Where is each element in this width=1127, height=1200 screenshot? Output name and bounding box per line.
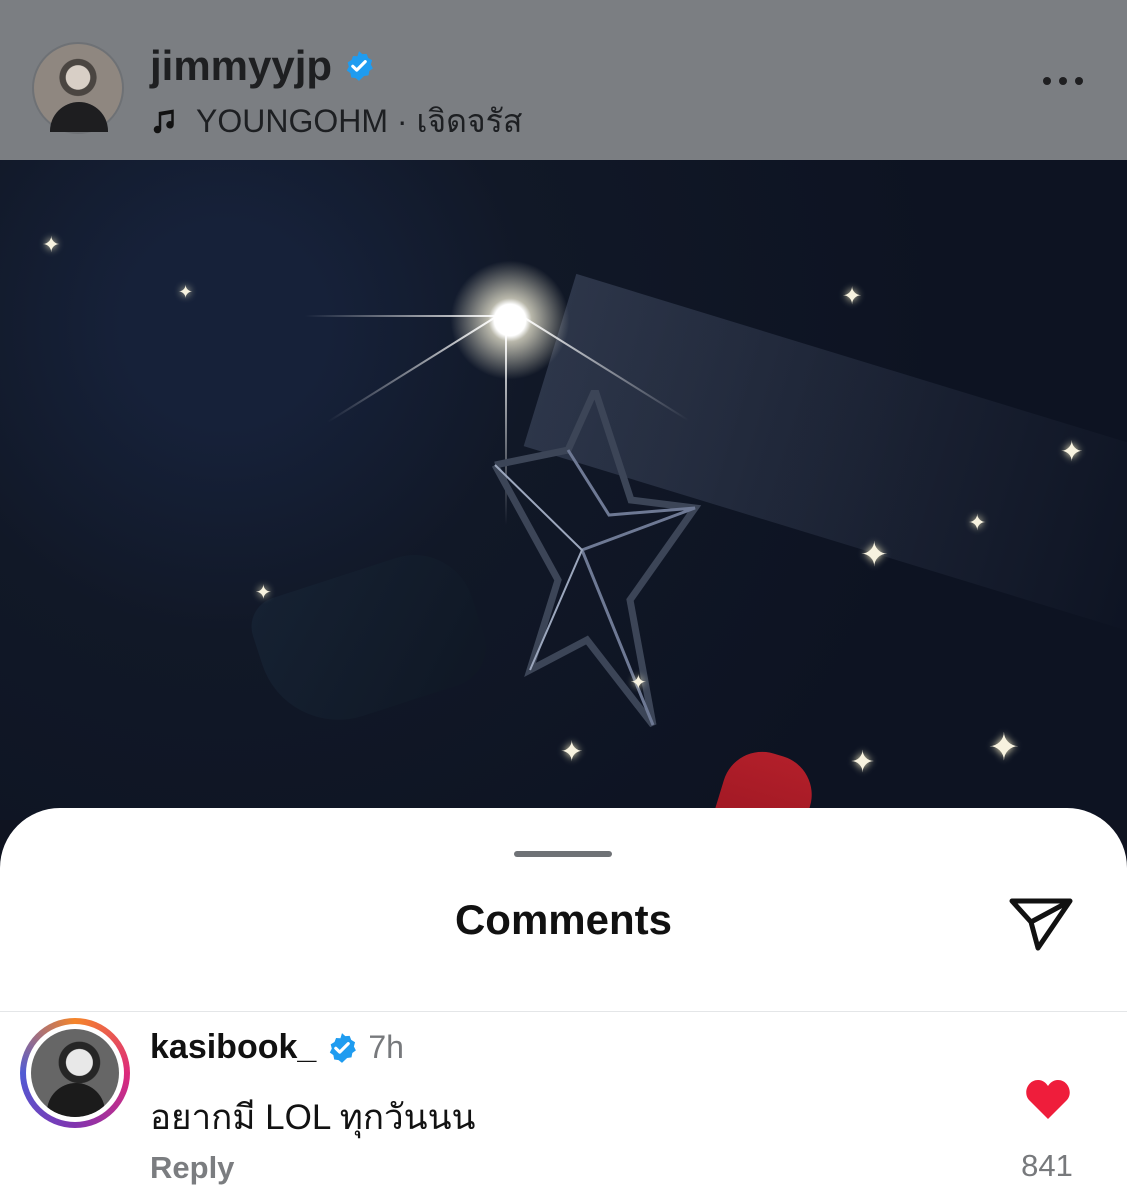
sparkle-icon: ✦ [968, 510, 987, 535]
comment-avatar-ring[interactable] [20, 1018, 130, 1128]
music-track-label[interactable]: YOUNGOHM · เจิดจรัส [196, 96, 522, 147]
more-options-icon [1043, 77, 1051, 85]
sparkle-icon: ✦ [860, 536, 889, 574]
sparkle-icon: ✦ [255, 582, 272, 604]
comment-author-avatar [31, 1029, 119, 1117]
post-author-name-row[interactable]: jimmyyjp [150, 42, 376, 90]
heart-icon[interactable] [1024, 1078, 1072, 1120]
comments-title: Comments [454, 896, 673, 943]
wire-star-prop [491, 390, 702, 728]
comment-author-username[interactable]: kasibook_ [150, 1028, 316, 1067]
sparkle-icon: ✦ [178, 282, 194, 302]
sparkle-icon: ✦ [842, 283, 863, 310]
sheet-drag-handle[interactable] [514, 851, 612, 857]
more-options-button[interactable] [1043, 77, 1087, 91]
sparkle-icon: ✦ [988, 727, 1020, 769]
verified-badge-icon [330, 1032, 357, 1063]
bright-star-light [440, 250, 580, 390]
more-options-dot [1059, 77, 1067, 85]
sparkle-icon: ✦ [630, 672, 647, 694]
post-author-username[interactable]: jimmyyjp [150, 42, 332, 90]
comments-divider [0, 1011, 1127, 1012]
comment-avatar-inner [26, 1024, 124, 1122]
send-icon[interactable] [1007, 893, 1075, 953]
comment-header[interactable]: kasibook_ 7h [150, 1028, 404, 1067]
post-header: jimmyyjp YOUNGOHM · เจิดจรัส [0, 0, 1127, 160]
like-count: 841 [1021, 1148, 1073, 1183]
verified-badge-icon [346, 51, 373, 81]
star-light-ray [305, 315, 515, 317]
post-music-row[interactable]: YOUNGOHM · เจิดจรัส [150, 96, 522, 147]
music-note-icon [153, 109, 174, 133]
comment-text: อยากมี LOL ทุกวันนน [150, 1098, 476, 1137]
reply-button[interactable]: Reply [150, 1150, 234, 1186]
performer-dark-outfit [243, 539, 497, 741]
post-image[interactable]: ✦ ✦ ✦ ✦ ✦ ✦ ✦ ✦ ✦ ✦ ✦ ✦ [0, 160, 1127, 820]
sparkle-icon: ✦ [850, 746, 876, 779]
sparkle-icon: ✦ [560, 736, 584, 767]
more-options-dot [1075, 77, 1083, 85]
sparkle-icon: ✦ [1060, 436, 1084, 467]
sparkle-icon: ✦ [42, 232, 61, 257]
post-author-avatar[interactable] [32, 42, 124, 134]
comment-time: 7h [368, 1029, 404, 1065]
